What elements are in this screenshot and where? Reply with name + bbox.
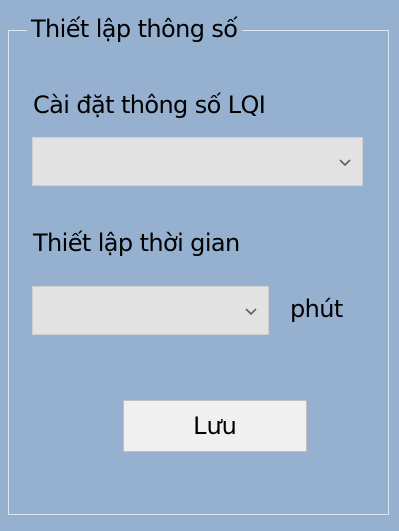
time-unit-label: phút (290, 295, 343, 323)
lqi-combobox[interactable] (32, 137, 363, 186)
settings-groupbox-title: Thiết lập thông số (27, 8, 243, 50)
chevron-down-icon (339, 158, 351, 166)
time-combobox[interactable] (32, 286, 269, 335)
lqi-setting-label: Cài đặt thông số LQI (33, 91, 266, 119)
save-button[interactable]: Lưu (123, 400, 307, 452)
time-setting-label: Thiết lập thời gian (33, 229, 240, 257)
chevron-down-icon (245, 307, 257, 315)
